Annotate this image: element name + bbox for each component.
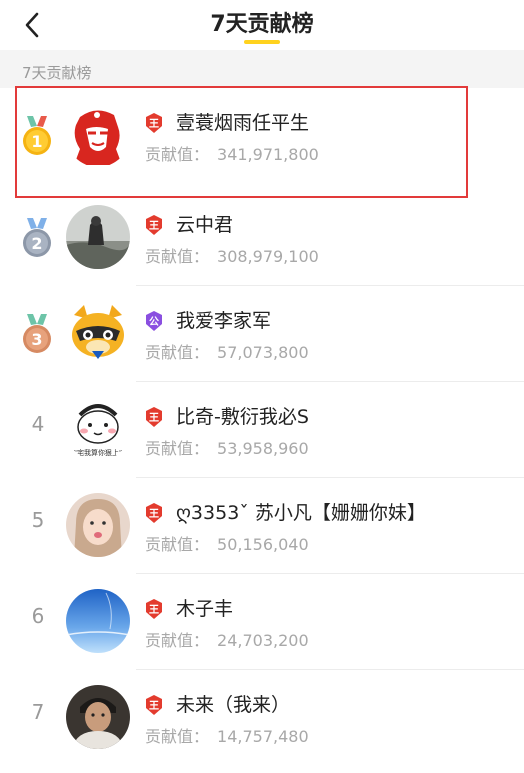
girl-photo-avatar-icon (66, 493, 130, 557)
level-badge-icon: 王 (146, 695, 162, 715)
nav-header: 7天贡献榜 (0, 0, 524, 50)
cartoon-face-avatar-icon: "宅我算你狠上" (66, 397, 130, 461)
level-badge-icon: 王 (146, 215, 162, 235)
svg-text:王: 王 (149, 604, 159, 616)
raccoon-avatar-icon (66, 301, 130, 365)
user-name: 比奇-敷衍我必S (176, 406, 309, 428)
user-name: 未来（我来） (176, 694, 291, 716)
svg-text:2: 2 (31, 234, 42, 253)
level-badge-icon: 王 (146, 503, 162, 523)
silver-medal-icon: 2 (23, 218, 51, 257)
title-underline (244, 40, 280, 44)
contribution-score: 贡献值： 53,958,960 (145, 435, 309, 459)
score-value: 53,958,960 (217, 439, 309, 458)
score-label: 贡献值： (145, 535, 210, 554)
page-title: 7天贡献榜 (210, 12, 314, 37)
score-label: 贡献值： (145, 343, 210, 362)
list-item[interactable]: 3 公 我爱李家军 贡献值： 57,073,800 (0, 286, 524, 382)
avatar[interactable] (66, 205, 130, 269)
score-value: 57,073,800 (217, 343, 309, 362)
level-badge-icon: 王 (146, 407, 162, 427)
avatar[interactable] (66, 301, 130, 365)
bronze-medal-icon: 3 (23, 314, 51, 353)
section-header: 7天贡献榜 (0, 50, 524, 88)
avatar-landscape-icon (66, 205, 130, 269)
avatar[interactable] (66, 685, 130, 749)
score-value: 14,757,480 (217, 727, 309, 746)
contribution-score: 贡献值： 24,703,200 (145, 627, 309, 651)
list-item[interactable]: 7 王 未来（我来） 贡献值： 14,757,480 (0, 670, 524, 766)
score-label: 贡献值： (145, 631, 210, 650)
list-item[interactable]: 4 "宅我算你狠上" 王 比奇-敷衍我必S 贡献值： 53,958,960 (0, 382, 524, 478)
score-label: 贡献值： (145, 727, 210, 746)
score-value: 24,703,200 (217, 631, 309, 650)
rank-number: 7 (31, 700, 45, 724)
sky-avatar-icon (66, 589, 130, 653)
level-badge-icon: 王 (146, 599, 162, 619)
contribution-score: 贡献值： 50,156,040 (145, 531, 309, 555)
score-value: 50,156,040 (217, 535, 309, 554)
contribution-score: 贡献值： 57,073,800 (145, 339, 309, 363)
user-name: 木子丰 (176, 598, 234, 620)
avatar[interactable] (66, 589, 130, 653)
svg-text:3: 3 (31, 330, 42, 349)
list-item[interactable]: 6 王 木子丰 贡献值： 24,703,200 (0, 574, 524, 670)
list-item[interactable]: 2 王 云中君 贡献值： 308,979,100 (0, 190, 524, 286)
svg-text:王: 王 (149, 220, 159, 232)
contribution-score: 贡献值： 14,757,480 (145, 723, 309, 747)
man-photo-avatar-icon (66, 685, 130, 749)
user-name: ღ3353ˇ 苏小凡【姗姗你妹】 (176, 502, 426, 524)
score-label: 贡献值： (145, 247, 210, 266)
svg-text:王: 王 (149, 700, 159, 712)
contribution-score: 贡献值： 308,979,100 (145, 243, 319, 267)
svg-text:王: 王 (149, 508, 159, 520)
list-item[interactable]: 5 王 ღ3353ˇ 苏小凡【姗姗你妹】 贡献值： 50,156,040 (0, 478, 524, 574)
user-name: 云中君 (176, 214, 234, 236)
avatar[interactable]: "宅我算你狠上" (66, 397, 130, 461)
svg-text:王: 王 (149, 412, 159, 424)
section-label: 7天贡献榜 (22, 64, 92, 82)
user-name: 我爱李家军 (176, 310, 272, 332)
rank-number: 4 (31, 412, 45, 436)
svg-text:公: 公 (149, 316, 159, 328)
rank-number: 5 (31, 508, 45, 532)
level-badge-icon: 公 (146, 311, 162, 331)
avatar[interactable] (66, 493, 130, 557)
score-label: 贡献值： (145, 439, 210, 458)
score-value: 308,979,100 (217, 247, 319, 266)
svg-text:"宅我算你狠上": "宅我算你狠上" (74, 448, 122, 457)
rank-number: 6 (31, 604, 45, 628)
highlight-box (15, 86, 468, 198)
